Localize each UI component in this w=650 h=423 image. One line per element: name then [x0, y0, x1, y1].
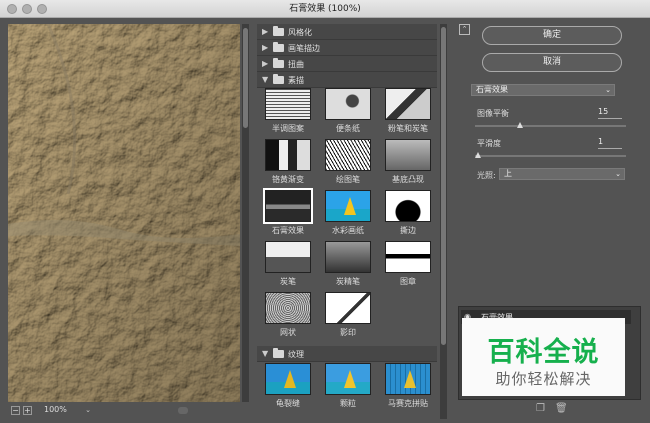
folder-icon — [273, 58, 284, 68]
filter-thumbnail — [325, 190, 371, 222]
preview-horizontal-scrollbar[interactable] — [100, 407, 250, 414]
filter-thumbnail — [325, 363, 371, 395]
image-balance-input[interactable]: 15 — [598, 107, 622, 119]
chevron-right-icon: ▶ — [262, 43, 269, 52]
smoothness-label: 平滑度 — [477, 139, 501, 148]
folder-icon — [273, 26, 284, 36]
scroll-thumb[interactable] — [243, 28, 248, 128]
filter-select-value: 石膏效果 — [476, 85, 508, 94]
chevron-down-icon[interactable]: ⌄ — [82, 406, 94, 415]
filter-gallery: ▶ 风格化 ▶ 画笔描边 ▶ 扭曲 ▼ 素描 半调图案 便条纸 粉笔和炭笔 铬黄… — [257, 24, 437, 419]
sailboat-icon — [344, 370, 356, 388]
filter-thumb-charcoal[interactable]: 炭笔 — [259, 241, 317, 287]
watermark-logo: 百科全说 助你轻松解决 — [462, 318, 625, 396]
folder-icon — [273, 42, 284, 52]
folder-sketch[interactable]: ▼ 素描 — [257, 72, 437, 88]
smoothness-input[interactable]: 1 — [598, 137, 622, 149]
chevron-down-icon: ⌄ — [605, 86, 611, 94]
filter-thumb-torn-edges[interactable]: 撕边 — [379, 190, 437, 236]
filter-thumb-stamp[interactable]: 图章 — [379, 241, 437, 287]
preview-zoom-bar: − + 100% ⌄ — [8, 404, 250, 418]
folder-brush-strokes[interactable]: ▶ 画笔描边 — [257, 40, 437, 56]
folder-icon — [273, 74, 284, 84]
close-window-button[interactable] — [7, 4, 17, 14]
zoom-level: 100% — [44, 405, 67, 414]
filter-thumb-photocopy[interactable]: 影印 — [319, 292, 377, 338]
filter-thumbnail — [325, 292, 371, 324]
filter-thumbnail — [325, 88, 371, 120]
zoom-out-button[interactable]: − — [11, 406, 20, 415]
plaster-preview-image — [8, 24, 240, 402]
filter-thumb-craquelure[interactable]: 龟裂缝 — [259, 363, 317, 409]
light-direction-value: 上 — [504, 169, 512, 178]
collapse-gallery-button[interactable]: ⌃ — [459, 24, 470, 35]
filter-thumbnail — [265, 241, 311, 273]
light-label: 光照: — [477, 171, 496, 180]
filter-thumbnail — [265, 363, 311, 395]
filter-thumb-water-paper[interactable]: 水彩画纸 — [319, 190, 377, 236]
new-effect-layer-icon[interactable]: ❐ — [536, 403, 545, 414]
chevron-right-icon: ▶ — [262, 27, 269, 36]
filter-thumbnail — [385, 363, 431, 395]
filter-thumbnail — [385, 139, 431, 171]
folder-texture[interactable]: ▼ 纹理 — [257, 346, 437, 362]
scroll-thumb[interactable] — [441, 27, 446, 345]
filter-thumb-note-paper[interactable]: 便条纸 — [319, 88, 377, 134]
filter-thumb-halftone[interactable]: 半调图案 — [259, 88, 317, 134]
filter-thumb-chrome[interactable]: 铬黄渐变 — [259, 139, 317, 185]
slider-knob[interactable] — [475, 152, 481, 158]
light-direction-select[interactable]: 上 ⌄ — [499, 168, 625, 180]
filter-thumbnail — [325, 241, 371, 273]
filter-thumbnail — [265, 88, 311, 120]
title-bar: 石膏效果 (100%) — [0, 0, 650, 18]
filter-thumbnail — [325, 139, 371, 171]
ok-button[interactable]: 确定 — [482, 26, 622, 45]
scroll-thumb[interactable] — [178, 407, 188, 414]
zoom-in-button[interactable]: + — [23, 406, 32, 415]
chevron-down-icon: ▼ — [262, 349, 269, 358]
zoom-window-button[interactable] — [37, 4, 47, 14]
filter-thumb-plaster[interactable]: 石膏效果 — [259, 188, 317, 236]
filter-thumbnail — [385, 88, 431, 120]
filter-thumb-chalk-charcoal[interactable]: 粉笔和炭笔 — [379, 88, 437, 134]
cancel-button[interactable]: 取消 — [482, 53, 622, 72]
filter-thumb-mosaic-tiles[interactable]: 马赛克拼贴 — [379, 363, 437, 409]
filter-thumbnail — [265, 292, 311, 324]
watermark-title: 百科全说 — [487, 337, 600, 368]
filter-thumb-graphic-pen[interactable]: 绘图笔 — [319, 139, 377, 185]
chevron-down-icon: ⌄ — [615, 170, 621, 178]
smoothness-slider[interactable] — [475, 152, 626, 158]
filter-select[interactable]: 石膏效果 ⌄ — [471, 84, 615, 96]
filter-thumbnail — [385, 190, 431, 222]
folder-icon — [273, 348, 284, 358]
chevron-down-icon: ▼ — [262, 75, 269, 84]
preview-vertical-scrollbar[interactable] — [242, 24, 249, 402]
filter-thumbnail — [263, 188, 313, 224]
watermark-subtitle: 助你轻松解决 — [495, 370, 592, 388]
image-balance-slider[interactable] — [475, 122, 626, 128]
slider-knob[interactable] — [517, 122, 524, 128]
filter-thumb-conte-crayon[interactable]: 炭精笔 — [319, 241, 377, 287]
folder-stylize[interactable]: ▶ 风格化 — [257, 24, 437, 40]
sailboat-icon — [284, 370, 296, 388]
chevron-right-icon: ▶ — [262, 59, 269, 68]
folder-distort[interactable]: ▶ 扭曲 — [257, 56, 437, 72]
filter-thumb-reticulation[interactable]: 网状 — [259, 292, 317, 338]
trash-icon[interactable]: 🗑 — [555, 403, 568, 414]
window-title: 石膏效果 (100%) — [289, 4, 361, 14]
filter-thumbnail — [385, 241, 431, 273]
filter-thumb-grain[interactable]: 颗粒 — [319, 363, 377, 409]
filter-preview-canvas[interactable] — [8, 24, 240, 402]
sailboat-icon — [404, 370, 416, 388]
sailboat-icon — [344, 197, 356, 215]
image-balance-label: 图像平衡 — [477, 109, 509, 118]
filter-thumb-bas-relief[interactable]: 基底凸现 — [379, 139, 437, 185]
minimize-window-button[interactable] — [22, 4, 32, 14]
filter-thumbnail — [265, 139, 311, 171]
gallery-scrollbar[interactable] — [440, 24, 447, 419]
